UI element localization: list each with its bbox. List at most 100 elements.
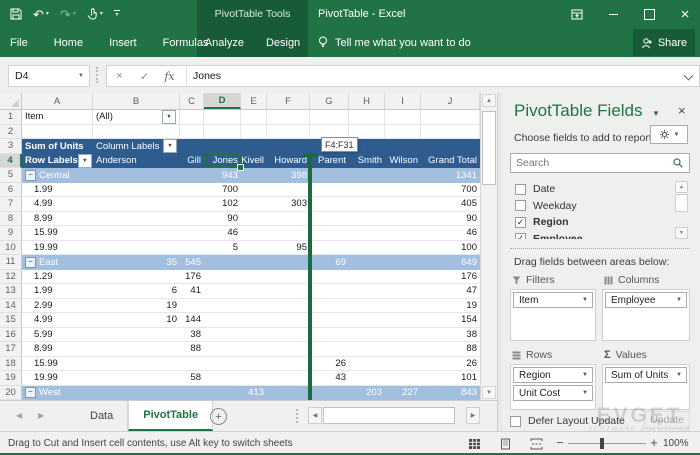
row-number-3[interactable]: 3 <box>0 139 22 154</box>
cell-C12[interactable]: 176 <box>180 270 204 285</box>
redo-button[interactable]: ↷▾ <box>60 8 76 21</box>
column-header-B[interactable]: B <box>93 93 180 109</box>
filter-dropdown-button[interactable]: ▼ <box>163 139 177 153</box>
cell-F6[interactable] <box>267 183 310 198</box>
cell-B10[interactable] <box>93 241 180 256</box>
sheet-tab-data[interactable]: Data <box>76 401 128 431</box>
cell-A6[interactable]: 1.99 <box>22 183 93 198</box>
cell-F13[interactable] <box>267 284 310 299</box>
cell-A10[interactable]: 19.99 <box>22 241 93 256</box>
cell-J4[interactable]: Grand Total <box>421 154 480 169</box>
row-number-7[interactable]: 7 <box>0 197 22 212</box>
formula-input[interactable]: Jones <box>193 70 682 82</box>
row-number-12[interactable]: 12 <box>0 270 22 285</box>
cell-J6[interactable]: 700 <box>421 183 480 198</box>
cell-D2[interactable] <box>204 125 241 140</box>
cell-H14[interactable] <box>349 299 385 314</box>
cell-D15[interactable] <box>204 313 241 328</box>
cell-A3[interactable]: Sum of Units <box>22 139 93 154</box>
cell-C5[interactable] <box>180 168 204 183</box>
tools-gear-button[interactable]: ▼ <box>650 125 688 144</box>
cell-E2[interactable] <box>241 125 267 140</box>
chip-dropdown-caret[interactable]: ▼ <box>582 390 588 396</box>
cell-C15[interactable]: 144 <box>180 313 204 328</box>
field-item-date[interactable]: Date <box>510 181 690 198</box>
cell-I17[interactable] <box>385 342 421 357</box>
area-chip-sum-of-units[interactable]: Sum of Units▼ <box>605 367 687 383</box>
name-box-dropdown[interactable]: ▼ <box>73 66 89 86</box>
cell-J19[interactable]: 101 <box>421 371 480 386</box>
cell-B1[interactable]: (All)▼ <box>93 110 180 125</box>
cell-J20[interactable]: 843 <box>421 386 480 401</box>
cell-J9[interactable]: 46 <box>421 226 480 241</box>
hscroll-right-button[interactable]: ▶ <box>466 407 480 424</box>
cell-C7[interactable] <box>180 197 204 212</box>
cell-B11[interactable]: 35 <box>93 255 180 270</box>
save-button[interactable] <box>10 8 22 20</box>
cell-H15[interactable] <box>349 313 385 328</box>
ribbon-tab-insert[interactable]: Insert <box>109 37 137 49</box>
update-button[interactable]: Update <box>644 411 690 429</box>
cell-B18[interactable] <box>93 357 180 372</box>
sheet-nav-left-icon[interactable]: ◀ <box>16 411 22 420</box>
row-number-19[interactable]: 19 <box>0 371 22 386</box>
cell-D7[interactable]: 102 <box>204 197 241 212</box>
cell-A4[interactable]: Row Labels▼ <box>22 154 93 169</box>
area-chip-region[interactable]: Region▼ <box>513 367 593 383</box>
zoom-slider[interactable] <box>568 443 646 444</box>
cell-B6[interactable] <box>93 183 180 198</box>
cell-J14[interactable]: 19 <box>421 299 480 314</box>
cell-E17[interactable] <box>241 342 267 357</box>
ribbon-tab-design[interactable]: Design <box>266 37 300 49</box>
view-normal-button[interactable] <box>466 436 483 451</box>
formula-bar-expand-chevron[interactable] <box>682 69 696 83</box>
cell-H13[interactable] <box>349 284 385 299</box>
cell-G6[interactable] <box>310 183 349 198</box>
chip-dropdown-caret[interactable]: ▼ <box>582 297 588 303</box>
field-checkbox-employee[interactable]: ✓ <box>515 233 526 239</box>
cell-E11[interactable] <box>241 255 267 270</box>
formula-bar[interactable]: × ✓ fx Jones <box>106 65 700 87</box>
cell-D12[interactable] <box>204 270 241 285</box>
name-box[interactable]: D4 ▼ <box>8 65 90 87</box>
row-number-18[interactable]: 18 <box>0 357 22 372</box>
rows-area-box[interactable]: Region▼Unit Cost▼ <box>510 364 596 410</box>
cell-E6[interactable] <box>241 183 267 198</box>
cell-E1[interactable] <box>241 110 267 125</box>
cell-B17[interactable] <box>93 342 180 357</box>
cell-E4[interactable]: Kivell <box>241 154 267 169</box>
cell-H6[interactable] <box>349 183 385 198</box>
sheet-nav-right-icon[interactable]: ▶ <box>38 411 44 420</box>
row-number-5[interactable]: 5 <box>0 168 22 183</box>
cell-H12[interactable] <box>349 270 385 285</box>
field-list-scroll-thumb[interactable] <box>675 194 688 212</box>
cell-H20[interactable]: 203 <box>349 386 385 401</box>
row-number-11[interactable]: 11 <box>0 255 22 270</box>
cell-H5[interactable] <box>349 168 385 183</box>
select-all-corner[interactable] <box>0 93 22 109</box>
cell-B15[interactable]: 10 <box>93 313 180 328</box>
row-number-15[interactable]: 15 <box>0 313 22 328</box>
area-chip-item[interactable]: Item▼ <box>513 292 593 308</box>
cell-J16[interactable]: 38 <box>421 328 480 343</box>
column-header-D[interactable]: D <box>204 93 241 109</box>
cell-I1[interactable] <box>385 110 421 125</box>
cancel-icon[interactable]: × <box>107 70 132 82</box>
fields-pane-close-icon[interactable]: × <box>678 103 686 118</box>
cell-D14[interactable] <box>204 299 241 314</box>
field-list-scrollbar[interactable]: ▲ ▼ <box>675 181 688 239</box>
cell-D4[interactable]: Jones <box>204 154 241 169</box>
cell-D11[interactable] <box>204 255 241 270</box>
cell-D10[interactable]: 5 <box>204 241 241 256</box>
cell-C9[interactable] <box>180 226 204 241</box>
cell-C6[interactable] <box>180 183 204 198</box>
chip-dropdown-caret[interactable]: ▼ <box>582 372 588 378</box>
cell-E19[interactable] <box>241 371 267 386</box>
cell-H8[interactable] <box>349 212 385 227</box>
columns-area-box[interactable]: Employee▼ <box>602 289 690 341</box>
cell-D6[interactable]: 700 <box>204 183 241 198</box>
cell-F5[interactable]: 398 <box>267 168 310 183</box>
cell-A11[interactable]: −East <box>22 255 93 270</box>
cell-F10[interactable]: 95 <box>267 241 310 256</box>
tell-me-box[interactable]: Tell me what you want to do <box>318 28 471 57</box>
